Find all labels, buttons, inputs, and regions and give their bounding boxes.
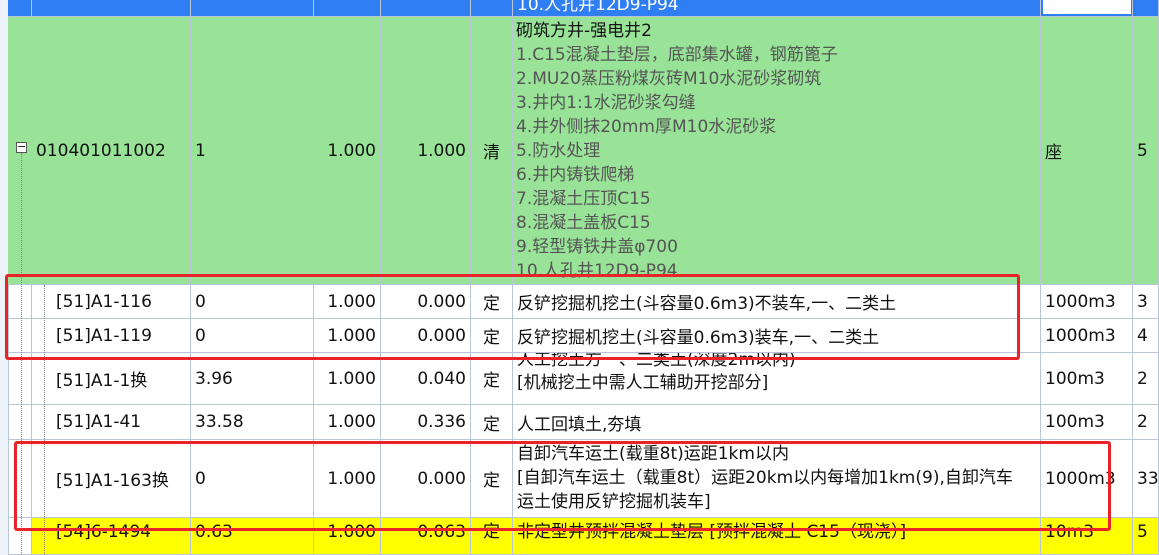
unit-cell[interactable]: 100m3 (1041, 405, 1133, 440)
type-cell[interactable]: 定 (471, 518, 513, 555)
desc-line: 自卸汽车运土(载重8t)运距1km以内 (517, 444, 789, 464)
qty-expr-cell[interactable]: 0 (191, 319, 314, 353)
table-row-top[interactable]: 10.人孔井12D9-P94 (0, 0, 1159, 17)
desc-line: [机械挖土中需人工辅助开挖部分] (517, 373, 769, 393)
qty-cell[interactable]: 0.000 (381, 319, 471, 353)
qty-expr-cell[interactable]: 33.58 (191, 405, 314, 440)
desc-cell[interactable]: 自卸汽车运土(载重8t)运距1km以内 [自卸汽车运土（载重8t）运距20km以… (513, 440, 1041, 518)
table-row[interactable]: [54]6-1494 0.63 1.000 0.063 定 非定型井预拌混凝土垫… (0, 518, 1159, 555)
desc-line: 10.人孔井12D9-P94 (516, 261, 678, 281)
code-cell[interactable]: [51]A1-163换 (32, 440, 191, 518)
qty-cell[interactable]: 0.000 (381, 285, 471, 319)
code-cell[interactable]: [51]A1-1换 (32, 353, 191, 405)
tree-guide-line (21, 153, 23, 555)
table-row[interactable]: [51]A1-41 33.58 1.000 0.336 定 人工回填土,夯填 1… (0, 405, 1159, 440)
qty-cell[interactable]: 0.040 (381, 353, 471, 405)
coef-cell[interactable]: 1.000 (314, 405, 381, 440)
coef-cell[interactable]: 1.000 (314, 518, 381, 555)
table-row[interactable]: [51]A1-119 0 1.000 0.000 定 反铲挖掘机挖土(斗容量0.… (0, 319, 1159, 353)
coef-cell[interactable]: 1.000 (314, 285, 381, 319)
qty-expr-cell[interactable]: 3.96 (191, 353, 314, 405)
table-row[interactable]: [51]A1-1换 3.96 1.000 0.040 定 人工挖土方一、二类土(… (0, 353, 1159, 405)
desc-line: 2.MU20蒸压粉煤灰砖M10水泥砂浆砌筑 (516, 69, 822, 89)
code-cell[interactable]: [51]A1-41 (32, 405, 191, 440)
desc-cell[interactable]: 反铲挖掘机挖土(斗容量0.6m3)装车,一、二类土 (513, 319, 1041, 353)
code-cell[interactable]: [51]A1-119 (32, 319, 191, 353)
coef-cell[interactable]: 1.000 (314, 319, 381, 353)
code-cell[interactable]: 010401011002 (32, 17, 191, 285)
coef-cell[interactable]: 1.000 (314, 353, 381, 405)
type-cell[interactable]: 定 (471, 285, 513, 319)
unit-cell[interactable]: 1000m3 (1041, 440, 1133, 518)
coef-cell[interactable]: 1.000 (314, 17, 381, 285)
qty-cell[interactable]: 1.000 (381, 17, 471, 285)
desc-line: 1.C15混凝土垫层，底部集水罐，钢筋篦子 (516, 45, 838, 65)
desc-line: 5.防水处理 (516, 141, 601, 161)
code-cell[interactable]: [51]A1-116 (32, 285, 191, 319)
desc-line: 3.井内1:1水泥砂浆勾缝 (516, 93, 696, 113)
extra-cell[interactable]: 5 (1133, 17, 1159, 285)
unit-cell[interactable]: 1000m3 (1041, 319, 1133, 353)
type-cell[interactable]: 定 (471, 319, 513, 353)
tree-guide-line (44, 285, 46, 555)
extra-cell[interactable]: 33 (1133, 440, 1159, 518)
unit-cell[interactable]: 座 (1041, 17, 1133, 285)
desc-line: 人工挖土方一、二类土(深度2m以内) (517, 353, 796, 370)
qty-cell[interactable]: 0.000 (381, 440, 471, 518)
qty-cell[interactable]: 0.063 (381, 518, 471, 555)
unit-cell[interactable]: 1000m3 (1041, 285, 1133, 319)
qty-expr-cell[interactable]: 0.63 (191, 518, 314, 555)
table-row-main[interactable]: 010401011002 1 1.000 1.000 清 砌筑方井-强电井2 1… (0, 17, 1159, 285)
coef-cell[interactable]: 1.000 (314, 440, 381, 518)
desc-line: 6.井内铸铁爬梯 (516, 165, 635, 185)
code-cell[interactable]: [54]6-1494 (32, 518, 191, 555)
extra-cell[interactable]: 2 (1133, 405, 1159, 440)
desc-cell[interactable]: 人工回填土,夯填 (513, 405, 1041, 440)
unit-cell[interactable]: 10m3 (1041, 518, 1133, 555)
desc-cell[interactable]: 砌筑方井-强电井2 1.C15混凝土垫层，底部集水罐，钢筋篦子 2.MU20蒸压… (513, 17, 1041, 285)
extra-cell[interactable]: 3 (1133, 285, 1159, 319)
extra-cell[interactable]: 2 (1133, 353, 1159, 405)
table-row[interactable]: [51]A1-116 0 1.000 0.000 定 反铲挖掘机挖土(斗容量0.… (0, 285, 1159, 319)
desc-line: 运土使用反铲挖掘机装车] (517, 492, 711, 512)
desc-line: 4.井外侧抹20mm厚M10水泥砂浆 (516, 117, 777, 137)
type-cell[interactable]: 清 (471, 17, 513, 285)
qty-expr-cell[interactable]: 0 (191, 440, 314, 518)
desc-cell[interactable]: 人工挖土方一、二类土(深度2m以内) [机械挖土中需人工辅助开挖部分] (513, 353, 1041, 405)
qty-expr-cell[interactable]: 1 (191, 17, 314, 285)
desc-cell[interactable]: 反铲挖掘机挖土(斗容量0.6m3)不装车,一、二类土 (513, 285, 1041, 319)
collapse-toggle-icon[interactable]: − (16, 141, 27, 153)
qty-expr-cell[interactable]: 0 (191, 285, 314, 319)
desc-line: [自卸汽车运土（载重8t）运距20km以内每增加1km(9),自卸汽车 (517, 468, 1013, 488)
unit-cell[interactable]: 100m3 (1041, 353, 1133, 405)
type-cell[interactable]: 定 (471, 405, 513, 440)
type-cell[interactable]: 定 (471, 440, 513, 518)
budget-grid: 10.人孔井12D9-P94 010401011002 1 1.000 1.00… (0, 0, 1159, 555)
desc-cell: 10.人孔井12D9-P94 (517, 0, 679, 15)
desc-line: 8.混凝土盖板C15 (516, 213, 651, 233)
type-cell[interactable]: 定 (471, 353, 513, 405)
qty-cell[interactable]: 0.336 (381, 405, 471, 440)
desc-cell[interactable]: 非定型井预拌混凝土垫层 [预拌混凝土 C15（现浇）] (513, 518, 1041, 555)
unit-edit-box[interactable] (1043, 0, 1131, 14)
extra-cell[interactable]: 4 (1133, 319, 1159, 353)
desc-line: 7.混凝土压顶C15 (516, 189, 651, 209)
desc-line: 9.轻型铸铁井盖φ700 (516, 237, 678, 257)
table-row[interactable]: [51]A1-163换 0 1.000 0.000 定 自卸汽车运土(载重8t)… (0, 440, 1159, 518)
desc-title: 砌筑方井-强电井2 (516, 21, 652, 41)
extra-cell[interactable]: 5 (1133, 518, 1159, 555)
